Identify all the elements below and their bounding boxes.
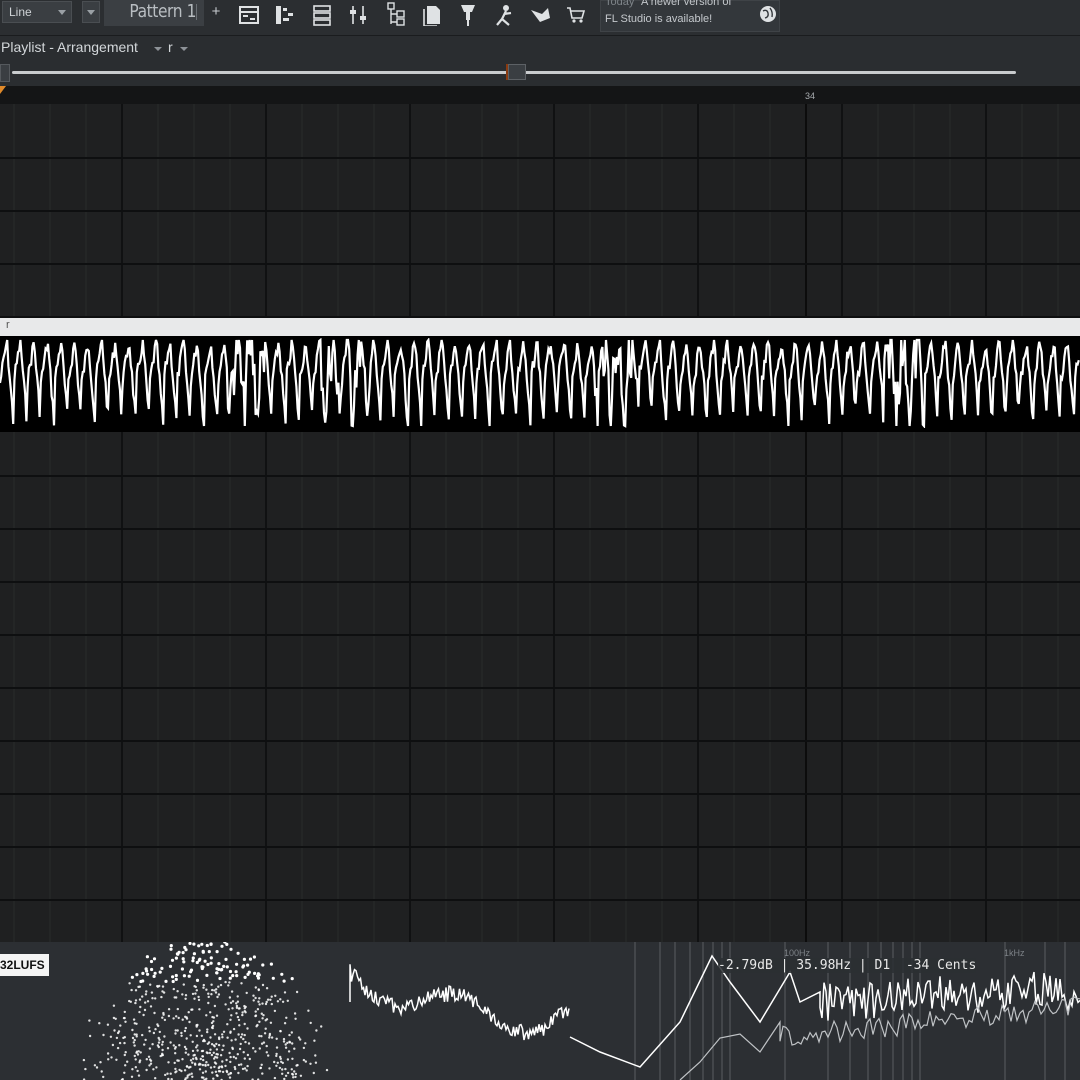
timeline-ruler[interactable]: 34 [0, 86, 1080, 104]
track-selector[interactable]: r [168, 39, 173, 55]
main-toolbar: Line Pattern 1 + Today A newer version o… [0, 0, 1080, 36]
info-icon[interactable] [525, 0, 555, 30]
news-subline: FL Studio is available! [605, 13, 713, 25]
snap-mode-select[interactable]: Line [2, 1, 72, 23]
plugin-picker-icon[interactable] [417, 0, 447, 30]
scroll-left-button[interactable] [0, 64, 10, 82]
pattern-menu-button[interactable] [82, 1, 100, 23]
chevron-down-icon[interactable] [180, 47, 188, 51]
bar-number: 34 [805, 91, 816, 101]
snap-mode-value: Line [9, 5, 32, 19]
grid-lines [0, 104, 1080, 942]
news-headline: A newer version of [641, 0, 732, 8]
audio-clip[interactable]: r [0, 318, 1080, 432]
news-date: Today [605, 0, 635, 8]
horizontal-scrollbar[interactable] [0, 60, 1080, 86]
pattern-selector[interactable]: Pattern 1 [104, 0, 204, 26]
pattern-label: Pattern 1 [129, 1, 196, 22]
tutorial-icon[interactable] [490, 0, 520, 30]
news-panel[interactable]: Today A newer version of FL Studio is av… [600, 0, 780, 32]
browser-icon[interactable] [381, 0, 411, 30]
scrollbar-thumb[interactable] [508, 64, 526, 80]
playlist-icon[interactable] [234, 0, 264, 30]
freq-label-1khz: 1kHz [1004, 948, 1025, 958]
chevron-down-icon[interactable] [154, 47, 162, 51]
playlist-header: Playlist - Arrangement r [0, 36, 1080, 60]
clip-header[interactable]: r [0, 318, 1080, 336]
add-pattern-button[interactable]: + [208, 2, 224, 22]
chevron-down-icon [87, 10, 95, 15]
clip-name: r [6, 319, 10, 331]
clip-waveform [0, 338, 1080, 428]
piano-roll-icon[interactable] [270, 0, 300, 30]
analyzer-readout: -2.79dB | 35.98Hz | D1 -34 Cents [718, 958, 977, 973]
lufs-badge: 32LUFS [0, 954, 49, 976]
globe-icon[interactable] [759, 5, 777, 28]
visualizer-panel: 100Hz 1kHz 32LUFS -2.79dB | 35.98Hz | D1… [0, 942, 1080, 1080]
playlist-title: Playlist - Arrangement [1, 39, 138, 55]
freq-label-100hz: 100Hz [784, 948, 811, 958]
chevron-down-icon [58, 10, 66, 15]
touch-controller-icon[interactable] [453, 0, 483, 30]
playhead-marker-icon[interactable] [0, 86, 6, 94]
mixer-icon[interactable] [343, 0, 373, 30]
pattern-stepper[interactable] [196, 4, 202, 20]
shop-icon[interactable] [561, 0, 591, 30]
channel-rack-icon[interactable] [307, 0, 337, 30]
playlist-grid[interactable] [0, 104, 1080, 942]
